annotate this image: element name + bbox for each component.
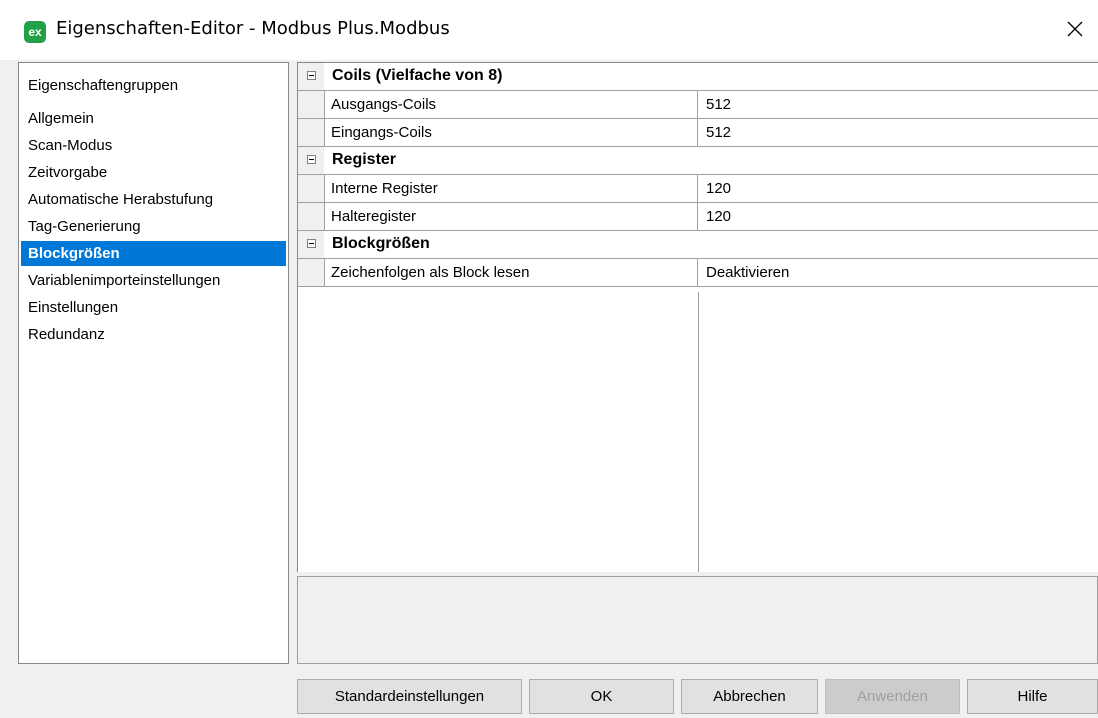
sidebar-item-redundanz[interactable]: Redundanz (21, 322, 286, 347)
collapse-icon[interactable] (307, 71, 316, 80)
category-row-coils[interactable]: Coils (Vielfache von 8) (298, 63, 1098, 91)
property-row-ausgangs-coils[interactable]: Ausgangs-Coils 512 (298, 91, 1098, 119)
sidebar-item-blockgroessen[interactable]: Blockgrößen (21, 241, 286, 266)
window-title: Eigenschaften-Editor - Modbus Plus.Modbu… (56, 18, 450, 39)
help-button[interactable]: Hilfe (967, 679, 1098, 714)
row-gutter (298, 175, 324, 202)
row-gutter (298, 259, 324, 286)
property-row-interne-register[interactable]: Interne Register 120 (298, 175, 1098, 203)
property-value[interactable]: Deaktivieren (699, 259, 789, 286)
property-groups-header: Eigenschaftengruppen (28, 77, 179, 94)
property-name: Zeichenfolgen als Block lesen (324, 259, 698, 286)
property-value[interactable]: 512 (699, 91, 731, 118)
close-icon (1067, 21, 1083, 37)
row-gutter (298, 203, 324, 230)
app-logo-icon: ex (24, 21, 46, 43)
property-value[interactable]: 512 (699, 119, 731, 146)
sidebar-item-variablenimporteinstellungen[interactable]: Variablenimporteinstellungen (21, 268, 286, 293)
category-label: Register (332, 151, 397, 168)
close-button[interactable] (1052, 6, 1098, 52)
property-value[interactable]: 120 (699, 175, 731, 202)
row-gutter (298, 119, 324, 146)
button-bar: Standardeinstellungen OK Abbrechen Anwen… (0, 673, 1098, 718)
property-name: Ausgangs-Coils (324, 91, 698, 118)
sidebar-item-automatische-herabstufung[interactable]: Automatische Herabstufung (21, 187, 286, 212)
property-row-eingangs-coils[interactable]: Eingangs-Coils 512 (298, 119, 1098, 147)
property-row-zeichenfolgen-als-block[interactable]: Zeichenfolgen als Block lesen Deaktivier… (298, 259, 1098, 287)
property-name: Halteregister (324, 203, 698, 230)
category-row-blockgroessen[interactable]: Blockgrößen (298, 231, 1098, 259)
sidebar-item-einstellungen[interactable]: Einstellungen (21, 295, 286, 320)
property-value[interactable]: 120 (699, 203, 731, 230)
apply-button[interactable]: Anwenden (825, 679, 960, 714)
ok-button[interactable]: OK (529, 679, 674, 714)
description-panel (297, 576, 1098, 664)
property-groups-list[interactable]: Eigenschaftengruppen Allgemein Scan-Modu… (18, 62, 289, 664)
sidebar-item-tag-generierung[interactable]: Tag-Generierung (21, 214, 286, 239)
collapse-icon[interactable] (307, 239, 316, 248)
sidebar-item-scan-modus[interactable]: Scan-Modus (21, 133, 286, 158)
title-bar: ex Eigenschaften-Editor - Modbus Plus.Mo… (0, 0, 1098, 60)
category-row-register[interactable]: Register (298, 147, 1098, 175)
category-label: Blockgrößen (332, 235, 430, 252)
sidebar-item-allgemein[interactable]: Allgemein (21, 106, 286, 131)
property-grid[interactable]: Coils (Vielfache von 8) Ausgangs-Coils 5… (297, 62, 1098, 572)
category-label: Coils (Vielfache von 8) (332, 67, 503, 84)
property-row-halteregister[interactable]: Halteregister 120 (298, 203, 1098, 231)
collapse-icon[interactable] (307, 155, 316, 164)
column-divider[interactable] (698, 292, 699, 572)
sidebar-item-zeitvorgabe[interactable]: Zeitvorgabe (21, 160, 286, 185)
property-name: Eingangs-Coils (324, 119, 698, 146)
cancel-button[interactable]: Abbrechen (681, 679, 818, 714)
property-name: Interne Register (324, 175, 698, 202)
row-gutter (298, 91, 324, 118)
defaults-button[interactable]: Standardeinstellungen (297, 679, 522, 714)
